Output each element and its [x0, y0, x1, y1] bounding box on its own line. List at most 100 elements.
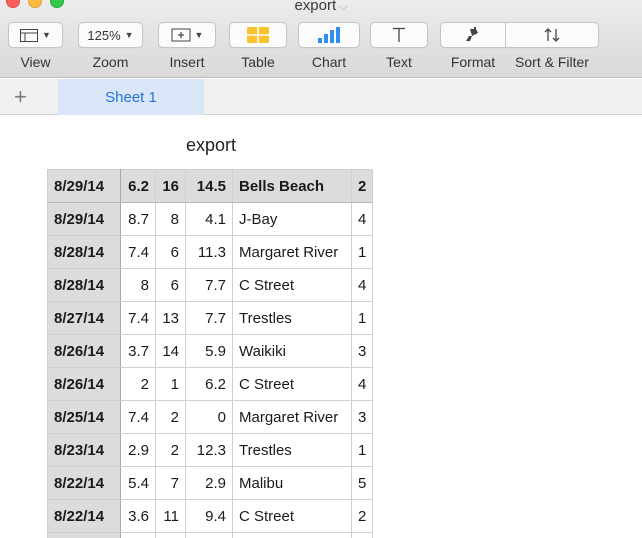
table-cell[interactable]: 3.6	[120, 499, 156, 533]
table-cell[interactable]: 8/23/14	[47, 433, 121, 467]
table-cell[interactable]: 7.7	[185, 301, 233, 335]
table-cell[interactable]: C Street	[232, 499, 352, 533]
zoom-tool[interactable]: 125% ▼ Zoom	[78, 22, 143, 70]
table-cell[interactable]: 4	[350, 367, 374, 401]
table-cell[interactable]: 6.2	[185, 367, 233, 401]
table-button[interactable]	[229, 22, 287, 48]
table-cell[interactable]: 8/29/14	[47, 169, 121, 203]
table-tool[interactable]: Table	[229, 22, 287, 70]
table-cell[interactable]	[120, 532, 156, 538]
table-cell[interactable]: 5.9	[185, 334, 233, 368]
table-cell[interactable]: 4	[350, 202, 374, 236]
table-cell[interactable]: 8/26/14	[47, 367, 121, 401]
table-cell[interactable]: 11.3	[185, 235, 233, 269]
view-button[interactable]: ▼	[8, 22, 63, 48]
table-cell[interactable]: 2	[120, 367, 156, 401]
table-cell[interactable]: 7.7	[185, 268, 233, 302]
text-tool[interactable]: Text	[370, 22, 428, 70]
table-cell[interactable]: 6	[155, 268, 186, 302]
format-button[interactable]	[440, 22, 506, 48]
table-cell[interactable]: 2	[350, 499, 374, 533]
table-cell[interactable]: 13	[155, 301, 186, 335]
table-cell[interactable]: C Street	[232, 367, 352, 401]
table-cell[interactable]: 7	[155, 466, 186, 500]
window-title[interactable]: export ⌵	[0, 0, 642, 14]
table-row[interactable]: 8/28/14 8 6 7.7 C Street 4	[47, 268, 374, 302]
chart-tool[interactable]: Chart	[298, 22, 360, 70]
table-row[interactable]: 8/23/14 2.9 2 12.3 Trestles 1	[47, 433, 374, 467]
table-cell[interactable]: 8/29/14	[47, 202, 121, 236]
insert-tool[interactable]: ▼ Insert	[158, 22, 216, 70]
table-cell[interactable]: 2	[155, 400, 186, 434]
table-row[interactable]: 8/22/14 3.6 11 9.4 C Street 2	[47, 499, 374, 533]
table-cell[interactable]: 3	[350, 400, 374, 434]
table-cell[interactable]: 8	[155, 202, 186, 236]
table-cell[interactable]: 8	[120, 268, 156, 302]
table-cell[interactable]: 2	[155, 433, 186, 467]
table-cell[interactable]: 2	[350, 169, 374, 203]
table-cell[interactable]: 8/22/14	[47, 499, 121, 533]
table-cell[interactable]: 7.4	[120, 301, 156, 335]
table-row[interactable]	[47, 532, 374, 538]
table-cell[interactable]: 1	[350, 433, 374, 467]
table-cell[interactable]: 8/22/14	[47, 466, 121, 500]
table-cell[interactable]: 12.3	[185, 433, 233, 467]
table-cell[interactable]: 11	[155, 499, 186, 533]
table-cell[interactable]: 3	[350, 334, 374, 368]
table-cell[interactable]: Waikiki	[232, 334, 352, 368]
table-cell[interactable]: 6.2	[120, 169, 156, 203]
table-cell[interactable]: 7.4	[120, 235, 156, 269]
table-cell[interactable]	[350, 532, 374, 538]
table-row[interactable]: 8/25/14 7.4 2 0 Margaret River 3	[47, 400, 374, 434]
table-cell[interactable]: Malibu	[232, 466, 352, 500]
table-cell[interactable]	[155, 532, 186, 538]
table-cell[interactable]: 4.1	[185, 202, 233, 236]
table-cell[interactable]: 8/28/14	[47, 268, 121, 302]
data-table[interactable]: 8/29/14 6.2 16 14.5 Bells Beach 2 8/29/14 8.7 8 4…	[47, 169, 374, 538]
view-tool[interactable]: ▼ View	[8, 22, 63, 70]
insert-button[interactable]: ▼	[158, 22, 216, 48]
table-cell[interactable]: Bells Beach	[232, 169, 352, 203]
table-cell[interactable]: C Street	[232, 268, 352, 302]
add-sheet-button[interactable]: +	[14, 84, 27, 110]
table-cell[interactable]: 5	[350, 466, 374, 500]
table-cell[interactable]: Margaret River	[232, 235, 352, 269]
table-cell[interactable]: Margaret River	[232, 400, 352, 434]
table-cell[interactable]: J-Bay	[232, 202, 352, 236]
table-cell[interactable]: 8/25/14	[47, 400, 121, 434]
table-cell[interactable]: 1	[350, 235, 374, 269]
table-row[interactable]: 8/22/14 5.4 7 2.9 Malibu 5	[47, 466, 374, 500]
table-cell[interactable]: 4	[350, 268, 374, 302]
table-cell[interactable]: 2.9	[120, 433, 156, 467]
zoom-button[interactable]: 125% ▼	[78, 22, 143, 48]
table-header-row[interactable]: 8/29/14 6.2 16 14.5 Bells Beach 2	[47, 169, 374, 203]
format-tool[interactable]: Format	[440, 22, 506, 70]
table-cell[interactable]: 8/26/14	[47, 334, 121, 368]
table-cell[interactable]: 1	[155, 367, 186, 401]
table-cell[interactable]: 14.5	[185, 169, 233, 203]
table-row[interactable]: 8/28/14 7.4 6 11.3 Margaret River 1	[47, 235, 374, 269]
table-cell[interactable]: 6	[155, 235, 186, 269]
sort-filter-tool[interactable]: Sort & Filter	[505, 22, 599, 70]
table-cell[interactable]: 5.4	[120, 466, 156, 500]
table-row[interactable]: 8/26/14 3.7 14 5.9 Waikiki 3	[47, 334, 374, 368]
tab-sheet-1[interactable]: Sheet 1	[58, 79, 204, 115]
table-cell[interactable]: 9.4	[185, 499, 233, 533]
table-cell[interactable]: 7.4	[120, 400, 156, 434]
table-cell[interactable]	[185, 532, 233, 538]
table-cell[interactable]	[232, 532, 352, 538]
table-row[interactable]: 8/29/14 8.7 8 4.1 J-Bay 4	[47, 202, 374, 236]
sort-filter-button[interactable]	[505, 22, 599, 48]
table-row[interactable]: 8/27/14 7.4 13 7.7 Trestles 1	[47, 301, 374, 335]
table-cell[interactable]: 2.9	[185, 466, 233, 500]
table-row[interactable]: 8/26/14 2 1 6.2 C Street 4	[47, 367, 374, 401]
text-button[interactable]	[370, 22, 428, 48]
table-cell[interactable]: 8.7	[120, 202, 156, 236]
table-cell[interactable]: Trestles	[232, 433, 352, 467]
table-cell[interactable]: Trestles	[232, 301, 352, 335]
table-title[interactable]: export	[186, 135, 236, 156]
table-cell[interactable]: 0	[185, 400, 233, 434]
table-cell[interactable]: 1	[350, 301, 374, 335]
table-cell[interactable]	[47, 532, 121, 538]
table-cell[interactable]: 3.7	[120, 334, 156, 368]
